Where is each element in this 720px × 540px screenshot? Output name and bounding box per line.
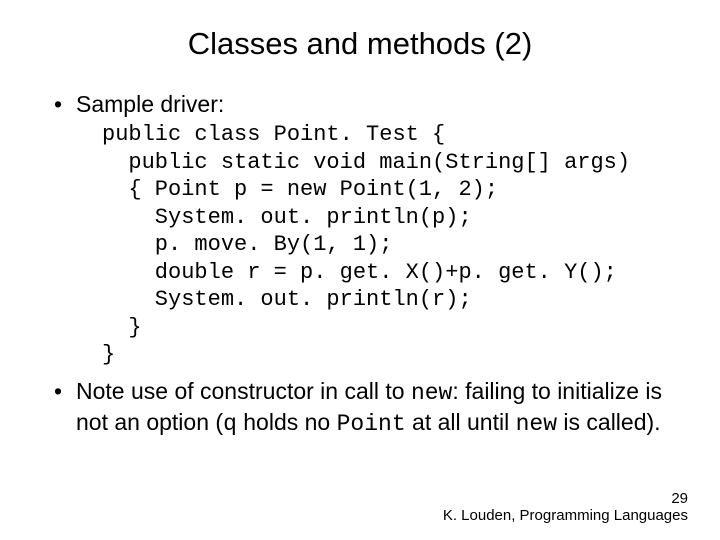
slide-footer: 29 K. Louden, Programming Languages <box>443 490 688 525</box>
slide-content: Sample driver: public class Point. Test … <box>50 90 670 440</box>
note-text-1: Note use of constructor in call to <box>76 378 411 404</box>
code-block: public class Point. Test { public static… <box>102 121 670 369</box>
keyword-new-2: new <box>516 411 557 437</box>
note-text-3: holds no <box>237 409 337 435</box>
keyword-new-1: new <box>411 380 452 406</box>
note-text-5: is called). <box>557 409 661 435</box>
footer-author: K. Louden, Programming Languages <box>443 507 688 524</box>
note-text-4: at all until <box>406 409 516 435</box>
keyword-q: q <box>223 411 237 437</box>
keyword-point: Point <box>337 411 406 437</box>
slide: Classes and methods (2) Sample driver: p… <box>0 0 720 540</box>
page-number: 29 <box>443 490 688 507</box>
slide-title: Classes and methods (2) <box>50 26 670 62</box>
bullet-sample-driver: Sample driver: <box>50 90 670 119</box>
bullet-note: Note use of constructor in call to new: … <box>50 377 670 440</box>
